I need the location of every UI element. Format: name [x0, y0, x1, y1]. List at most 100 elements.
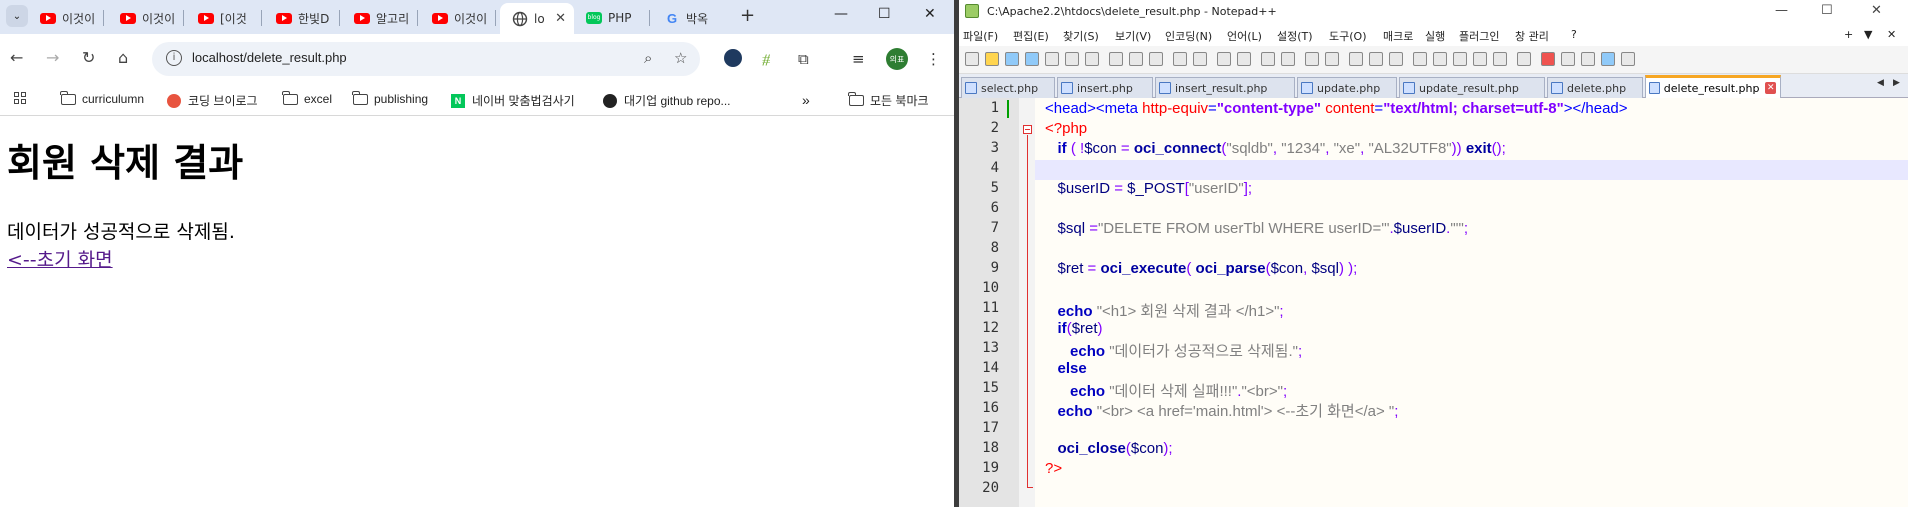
reload-icon[interactable]: ↻ [82, 48, 95, 67]
undo-icon[interactable] [1173, 52, 1187, 66]
file-tab-active[interactable]: delete_result.php ✕ [1645, 75, 1781, 98]
run-macro-multiple-icon[interactable] [1601, 52, 1615, 66]
menu-search[interactable]: 찾기(S) [1063, 28, 1099, 44]
save-icon[interactable] [1005, 52, 1019, 66]
sync-horizontal-icon[interactable] [1325, 52, 1339, 66]
file-tab[interactable]: insert_result.php [1155, 77, 1295, 98]
minimize-icon[interactable]: — [834, 6, 848, 22]
menu-language[interactable]: 언어(L) [1227, 28, 1262, 44]
close-window-icon[interactable]: ✕ [1871, 3, 1882, 18]
media-queue-icon[interactable]: ≡ [852, 50, 865, 68]
file-tab[interactable]: update.php [1297, 77, 1397, 98]
avatar[interactable]: 의표 [886, 48, 908, 70]
menu-plus-icon[interactable]: + [1844, 28, 1853, 41]
chrome-tab[interactable]: 이것이 [120, 6, 184, 30]
paste-icon[interactable] [1149, 52, 1163, 66]
zoom-in-icon[interactable] [1261, 52, 1275, 66]
site-info-icon[interactable]: i [166, 50, 182, 66]
cut-icon[interactable] [1109, 52, 1123, 66]
word-wrap-icon[interactable] [1349, 52, 1363, 66]
redo-icon[interactable] [1193, 52, 1207, 66]
menu-file[interactable]: 파일(F) [963, 28, 998, 44]
tab-search-chevron-icon[interactable]: ⌄ [6, 5, 28, 27]
fold-toggle-icon[interactable] [1023, 125, 1032, 134]
file-tab[interactable]: update_result.php [1399, 77, 1545, 98]
copy-icon[interactable] [1129, 52, 1143, 66]
save-macro-icon[interactable] [1621, 52, 1635, 66]
close-all-icon[interactable] [1065, 52, 1079, 66]
chrome-tab[interactable]: 한빛D [276, 6, 340, 30]
file-tab[interactable]: select.php [961, 77, 1055, 98]
zoom-icon[interactable]: ⌕ [644, 49, 652, 67]
open-file-icon[interactable] [985, 52, 999, 66]
doc-map-icon[interactable] [1433, 52, 1447, 66]
maximize-icon[interactable]: ☐ [1821, 3, 1833, 18]
back-to-main-link[interactable]: <--초기 화면 [7, 245, 113, 272]
close-file-icon[interactable] [1045, 52, 1059, 66]
all-bookmarks[interactable]: 모든 북마크 [848, 92, 929, 109]
address-bar[interactable]: i localhost/delete_result.php ⌕ ☆ [152, 42, 700, 76]
bookmark-curriculumn[interactable]: curriculumn [60, 90, 144, 106]
bookmark-excel[interactable]: excel [282, 90, 332, 106]
extension-check-icon[interactable] [724, 49, 742, 67]
extensions-puzzle-icon[interactable]: ⧉ [798, 50, 809, 68]
back-arrow-icon[interactable]: ← [10, 48, 23, 67]
chrome-tab[interactable]: 이것이 [40, 6, 104, 30]
chrome-tab[interactable]: 이것이 [432, 6, 496, 30]
close-window-icon[interactable]: ✕ [924, 6, 936, 22]
maximize-icon[interactable]: ☐ [878, 6, 891, 22]
menu-tools[interactable]: 도구(O) [1329, 28, 1366, 44]
home-icon[interactable]: ⌂ [118, 48, 128, 67]
menu-run[interactable]: 실행 [1425, 28, 1445, 44]
tab-scroll-right-icon[interactable]: ▶ [1893, 78, 1900, 88]
address-url[interactable]: localhost/delete_result.php [192, 50, 347, 65]
record-macro-icon[interactable] [1541, 52, 1555, 66]
chrome-tab-active[interactable]: lo ✕ [500, 3, 574, 34]
tab-scroll-left-icon[interactable]: ◀ [1877, 78, 1884, 88]
zoom-out-icon[interactable] [1281, 52, 1295, 66]
minimize-icon[interactable]: — [1775, 3, 1788, 18]
show-all-chars-icon[interactable] [1369, 52, 1383, 66]
stop-macro-icon[interactable] [1561, 52, 1575, 66]
sync-vertical-icon[interactable] [1305, 52, 1319, 66]
bookmark-github-repo[interactable]: 대기업 github repo... [602, 92, 731, 109]
menu-dropdown-icon[interactable]: ▼ [1864, 28, 1872, 41]
menu-plugins[interactable]: 플러그인 [1459, 28, 1499, 44]
replace-icon[interactable] [1237, 52, 1251, 66]
chrome-tab[interactable]: 알고리 [354, 6, 418, 30]
folder-workspace-icon[interactable] [1473, 52, 1487, 66]
chrome-tab[interactable]: G 박옥 [664, 6, 728, 30]
bookmark-naver-spellcheck[interactable]: N 네이버 맞춤법검사기 [450, 92, 575, 109]
more-bookmarks-chevron-icon[interactable]: » [802, 92, 810, 108]
monitoring-icon[interactable] [1493, 52, 1507, 66]
find-icon[interactable] [1217, 52, 1231, 66]
chrome-tab[interactable]: blog PHP [586, 6, 650, 30]
bookmark-coding-vlog[interactable]: 코딩 브이로그 [166, 92, 258, 109]
menu-settings[interactable]: 설정(T) [1277, 28, 1313, 44]
udl-icon[interactable] [1413, 52, 1427, 66]
function-list-icon[interactable] [1453, 52, 1467, 66]
chrome-tab[interactable]: [이것 [198, 6, 262, 30]
print-icon[interactable] [1085, 52, 1099, 66]
indent-guide-icon[interactable] [1389, 52, 1403, 66]
new-tab-plus-icon[interactable]: + [740, 5, 755, 26]
close-icon[interactable]: ✕ [555, 11, 566, 26]
apps-grid-icon[interactable] [14, 92, 26, 104]
menu-encoding[interactable]: 인코딩(N) [1165, 28, 1212, 44]
menu-help[interactable]: ? [1571, 28, 1577, 41]
file-tab[interactable]: insert.php [1057, 77, 1153, 98]
menu-edit[interactable]: 편집(E) [1013, 28, 1049, 44]
new-file-icon[interactable] [965, 52, 979, 66]
menu-macro[interactable]: 매크로 [1383, 28, 1413, 44]
forward-arrow-icon[interactable]: → [46, 48, 59, 67]
eye-icon[interactable] [1517, 52, 1531, 66]
menu-close-icon[interactable]: ✕ [1887, 28, 1896, 41]
play-macro-icon[interactable] [1581, 52, 1595, 66]
extension-ladder-icon[interactable]: ⧥ [762, 50, 770, 68]
bookmark-star-icon[interactable]: ☆ [674, 49, 687, 67]
save-all-icon[interactable] [1025, 52, 1039, 66]
file-tab[interactable]: delete.php [1547, 77, 1643, 98]
kebab-menu-icon[interactable]: ⋮ [926, 50, 941, 68]
code-editor[interactable]: 1 2 3 4 5 6 7 8 9 10 11 12 13 14 15 16 1… [959, 98, 1908, 507]
bookmark-publishing[interactable]: publishing [352, 90, 428, 106]
